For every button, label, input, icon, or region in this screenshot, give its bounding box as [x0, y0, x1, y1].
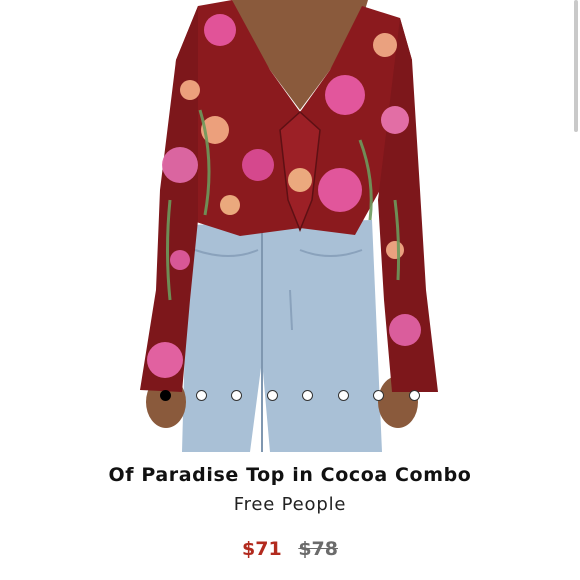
- carousel-dot-6[interactable]: [338, 390, 349, 401]
- carousel-dot-4[interactable]: [267, 390, 278, 401]
- carousel-dot-2[interactable]: [196, 390, 207, 401]
- product-brand[interactable]: Free People: [0, 494, 580, 515]
- carousel-dot-3[interactable]: [231, 390, 242, 401]
- product-photo-illustration: [140, 0, 438, 452]
- price-row: $71 $78: [0, 538, 580, 560]
- original-price: $78: [298, 538, 338, 560]
- carousel-dot-5[interactable]: [302, 390, 313, 401]
- carousel-dot-7[interactable]: [373, 390, 384, 401]
- product-title[interactable]: Of Paradise Top in Cocoa Combo: [0, 464, 580, 486]
- carousel-dot-1[interactable]: [160, 390, 171, 401]
- scrollbar[interactable]: [574, 0, 578, 132]
- carousel-pagination: [0, 390, 580, 406]
- product-image[interactable]: [0, 0, 580, 452]
- sale-price: $71: [242, 538, 282, 560]
- carousel-dot-8[interactable]: [409, 390, 420, 401]
